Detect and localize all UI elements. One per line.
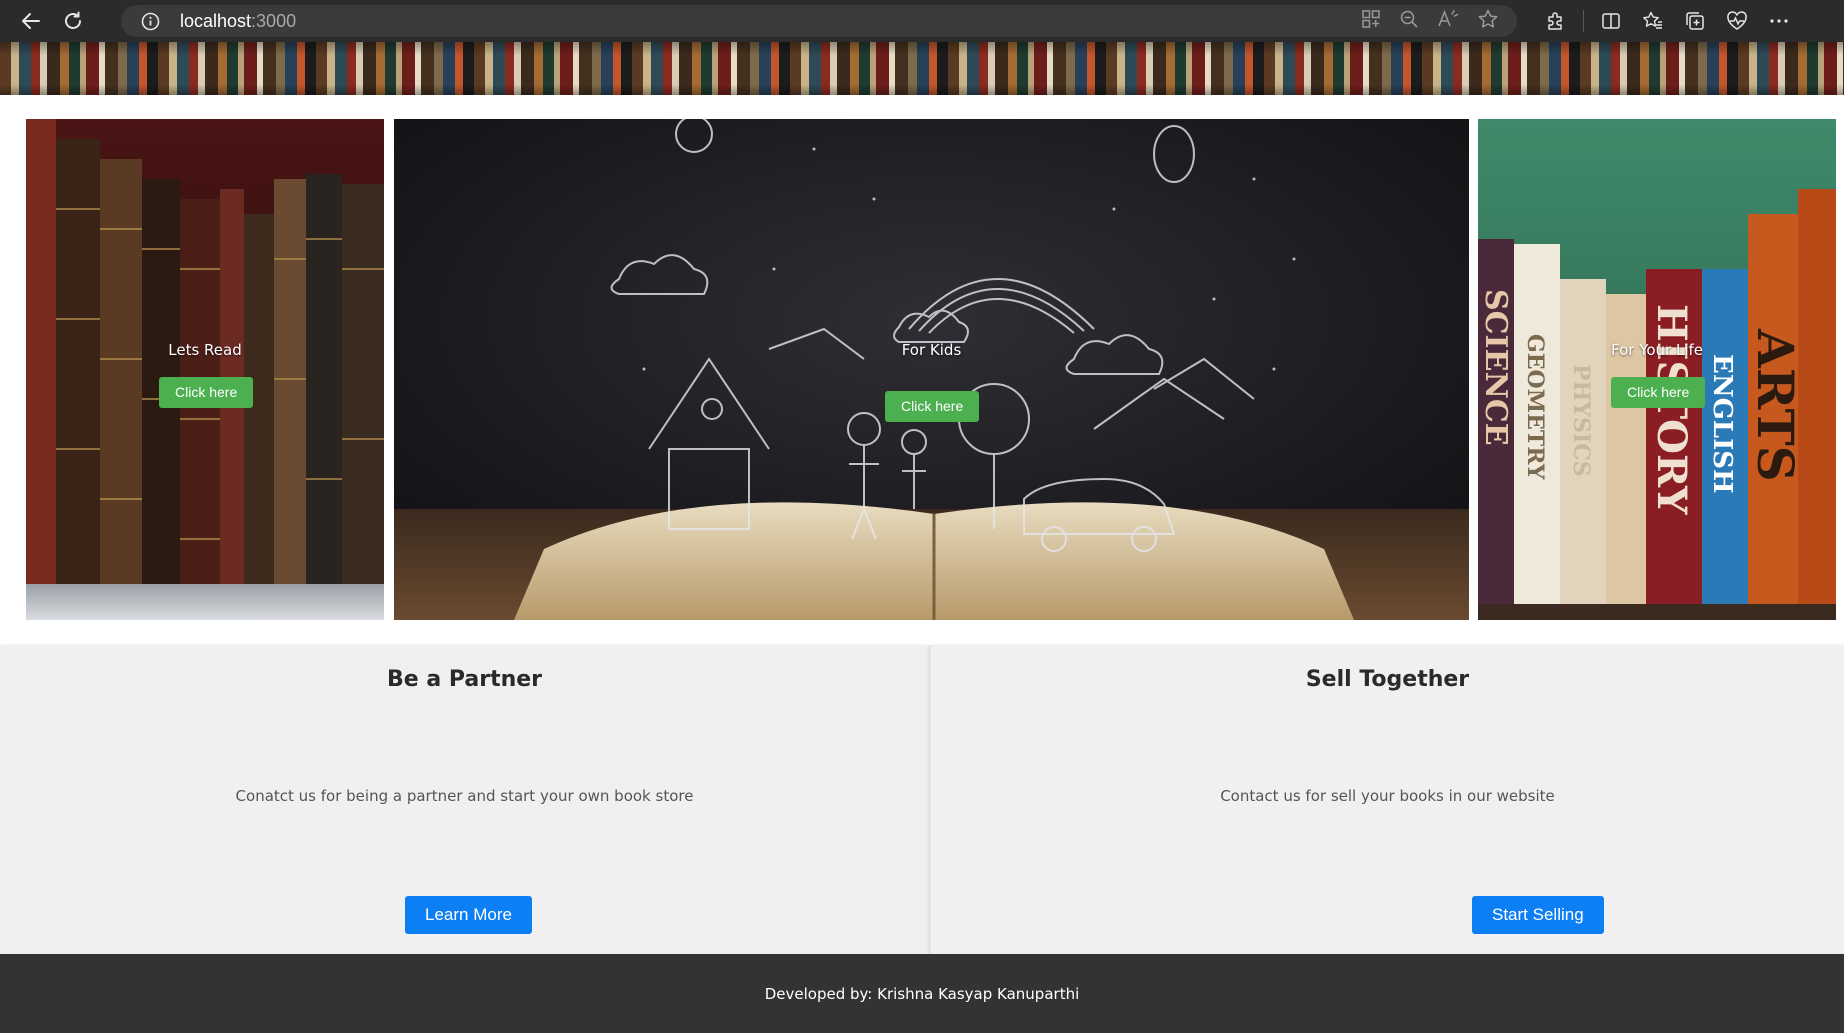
start-selling-button[interactable]: Start Selling (1472, 896, 1604, 934)
slide-caption: For Your Life (1610, 341, 1704, 359)
carousel: Lets Read Click here For Kids Click here… (0, 119, 1844, 620)
carousel-slide-lets-read: Lets Read Click here (26, 119, 384, 620)
sell-card: Sell Together Contact us for sell your b… (929, 645, 1844, 954)
reload-icon[interactable] (52, 0, 94, 42)
zoom-out-icon[interactable] (1399, 9, 1419, 33)
browser-toolbar: localhost:3000 (0, 0, 1844, 42)
for-your-life-click-here-button[interactable]: Click here (1611, 377, 1706, 408)
partner-card: Be a Partner Conatct us for being a part… (0, 645, 929, 954)
svg-text:SCIENCE: SCIENCE (1478, 289, 1513, 446)
back-arrow-icon[interactable] (10, 0, 52, 42)
browser-toolbar-actions (1535, 0, 1800, 42)
learn-more-button[interactable]: Learn More (405, 896, 532, 934)
address-bar[interactable]: localhost:3000 (121, 5, 1517, 37)
partner-card-text: Conatct us for being a partner and start… (235, 787, 694, 805)
slide-caption: Lets Read (168, 341, 242, 359)
sell-card-text: Contact us for sell your books in our we… (1220, 787, 1555, 805)
apps-grid-icon[interactable] (1361, 9, 1381, 33)
partner-card-title: Be a Partner (386, 667, 543, 692)
puzzle-icon[interactable] (1535, 0, 1577, 42)
read-aloud-icon[interactable] (1437, 9, 1459, 33)
bookshelf-banner-image (0, 42, 1844, 95)
heart-pulse-icon[interactable] (1716, 0, 1758, 42)
svg-text:PHYSICS: PHYSICS (1568, 364, 1594, 477)
sell-card-title: Sell Together (1305, 667, 1470, 692)
url-host: localhost (180, 10, 252, 31)
toolbar-divider (1583, 10, 1584, 32)
svg-text:HISTORY: HISTORY (1648, 304, 1695, 515)
lets-read-click-here-button[interactable]: Click here (159, 377, 254, 408)
url-port: :3000 (251, 10, 297, 31)
open-book-drawings-image (394, 119, 1469, 620)
carousel-slide-for-your-life: SCIENCE GEOMETRY PHYSICS HISTORY ENGLISH… (1478, 119, 1836, 620)
old-books-image (26, 119, 384, 620)
svg-text:ENGLISH: ENGLISH (1707, 354, 1737, 494)
favorites-icon[interactable] (1632, 0, 1674, 42)
split-screen-icon[interactable] (1590, 0, 1632, 42)
collections-icon[interactable] (1674, 0, 1716, 42)
for-kids-click-here-button[interactable]: Click here (885, 391, 980, 422)
subject-books-image: SCIENCE GEOMETRY PHYSICS HISTORY ENGLISH… (1478, 119, 1836, 620)
url-text[interactable]: localhost:3000 (180, 11, 296, 32)
footer-credit: Developed by: Krishna Kasyap Kanuparthi (764, 984, 1080, 1003)
info-icon[interactable] (141, 12, 160, 31)
slide-caption: For Kids (901, 341, 962, 359)
star-icon[interactable] (1477, 8, 1499, 34)
footer: Developed by: Krishna Kasyap Kanuparthi (0, 954, 1844, 1033)
carousel-slide-for-kids: For Kids Click here (394, 119, 1469, 620)
address-bar-actions (1361, 5, 1499, 37)
more-dots-icon[interactable] (1758, 0, 1800, 42)
info-cards: Be a Partner Conatct us for being a part… (0, 645, 1844, 954)
